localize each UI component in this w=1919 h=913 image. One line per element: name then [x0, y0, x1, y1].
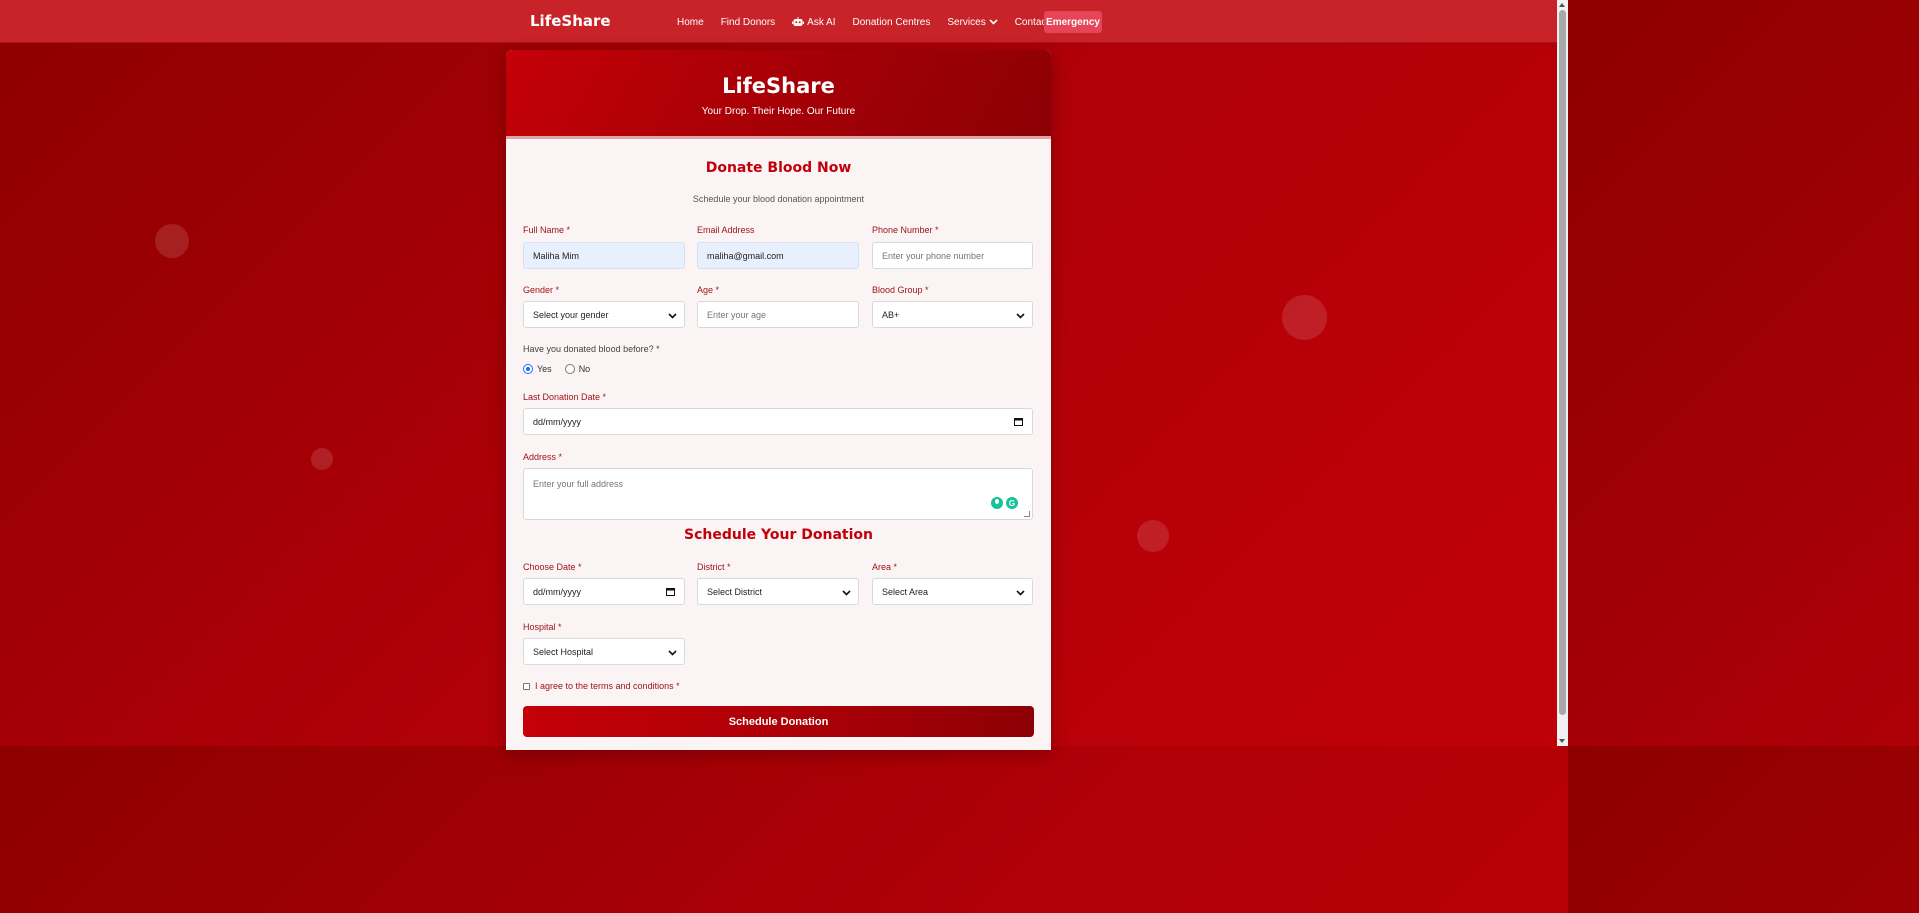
radio-yes-label[interactable]: Yes	[537, 364, 552, 374]
background-bubble	[155, 224, 189, 258]
age-placeholder: Enter your age	[707, 309, 767, 320]
gender-select[interactable]: Select your gender	[523, 301, 685, 328]
terms-row: I agree to the terms and conditions *	[523, 681, 680, 691]
form-subtitle: Schedule your blood donation appointment	[692, 194, 865, 204]
choose-date-label: Choose Date *	[523, 562, 582, 572]
nav-donation-centres-label: Donation Centres	[852, 16, 931, 28]
top-navbar: LifeShare Home Find Donors Ask AI Donati…	[0, 0, 1557, 43]
background-bubble	[1137, 520, 1169, 552]
email-input[interactable]: maliha@gmail.com	[697, 242, 859, 269]
choose-date-input[interactable]: dd/mm/yyyy	[523, 578, 685, 605]
blood-group-value: AB+	[882, 309, 900, 320]
emergency-button[interactable]: Emergency	[1044, 11, 1102, 33]
schedule-donation-button[interactable]: Schedule Donation	[523, 706, 1034, 737]
donation-card: LifeShare Your Drop. Their Hope. Our Fut…	[506, 50, 1051, 750]
background-bubble	[311, 448, 333, 470]
email-label: Email Address	[697, 225, 755, 235]
card-title: LifeShare	[722, 74, 835, 98]
hospital-select[interactable]: Select Hospital	[523, 638, 685, 665]
last-donation-placeholder: dd/mm/yyyy	[533, 416, 582, 427]
address-textarea[interactable]: Enter your full address G	[523, 468, 1033, 520]
gender-label: Gender *	[523, 285, 560, 295]
card-header: LifeShare Your Drop. Their Hope. Our Fut…	[506, 50, 1051, 139]
chevron-down-icon	[668, 648, 677, 658]
nav-services[interactable]: Services	[940, 17, 1007, 28]
full-name-label: Full Name *	[523, 225, 571, 235]
area-label: Area *	[872, 562, 898, 572]
phone-label: Phone Number *	[872, 225, 939, 235]
nav-home[interactable]: Home	[670, 17, 714, 28]
form-title: Donate Blood Now	[705, 160, 852, 176]
area-select[interactable]: Select Area	[872, 578, 1033, 605]
phone-placeholder: Enter your phone number	[882, 250, 985, 261]
schedule-title: Schedule Your Donation	[684, 527, 873, 543]
chevron-down-icon	[989, 19, 998, 25]
full-name-value: Maliha Mim	[533, 250, 580, 261]
chevron-down-icon	[842, 588, 851, 598]
background-bubble	[1282, 295, 1327, 340]
hospital-value: Select Hospital	[533, 646, 594, 657]
terms-label[interactable]: I agree to the terms and conditions *	[535, 681, 680, 691]
nav-ask-ai-label: Ask AI	[807, 16, 836, 28]
grammarly-icon[interactable]: G	[1006, 497, 1018, 509]
calendar-icon[interactable]	[1014, 417, 1023, 428]
nav-find-donors[interactable]: Find Donors	[714, 17, 785, 28]
chevron-down-icon	[668, 311, 677, 321]
calendar-icon[interactable]	[666, 587, 675, 598]
radio-no[interactable]	[564, 364, 575, 374]
district-select[interactable]: Select District	[697, 578, 859, 605]
scroll-up-arrow-icon[interactable]	[1559, 3, 1565, 7]
chevron-down-icon	[1016, 588, 1025, 598]
address-label: Address *	[523, 452, 563, 462]
scroll-thumb[interactable]	[1559, 10, 1566, 715]
lightbulb-icon[interactable]	[991, 497, 1003, 509]
nav-donation-centres[interactable]: Donation Centres	[846, 17, 941, 28]
age-input[interactable]: Enter your age	[697, 301, 859, 328]
donated-before-label: Have you donated blood before? *	[523, 344, 660, 354]
last-donation-label: Last Donation Date *	[523, 392, 607, 402]
resize-handle-icon[interactable]	[1024, 511, 1030, 517]
radio-no-label[interactable]: No	[579, 364, 591, 374]
blood-group-select[interactable]: AB+	[872, 301, 1033, 328]
blood-group-label: Blood Group *	[872, 285, 929, 295]
district-label: District *	[697, 562, 731, 572]
card-tagline: Your Drop. Their Hope. Our Future	[701, 106, 856, 117]
address-placeholder: Enter your full address	[533, 479, 624, 489]
nav-links: Home Find Donors Ask AI Donation Centres…	[670, 11, 1059, 33]
brand-logo[interactable]: LifeShare	[530, 12, 611, 30]
robot-icon	[792, 17, 805, 27]
last-donation-date-input[interactable]: dd/mm/yyyy	[523, 408, 1033, 435]
nav-home-label: Home	[677, 16, 704, 28]
nav-find-donors-label: Find Donors	[720, 16, 776, 28]
scroll-down-arrow-icon[interactable]	[1559, 739, 1565, 743]
page-scrollbar[interactable]	[1557, 0, 1568, 746]
terms-checkbox[interactable]	[523, 682, 530, 690]
phone-input[interactable]: Enter your phone number	[872, 242, 1033, 269]
gender-value: Select your gender	[533, 309, 609, 320]
age-label: Age *	[697, 285, 720, 295]
nav-services-label: Services	[947, 16, 986, 28]
donated-before-radio-group: Yes No	[523, 364, 590, 374]
nav-ask-ai[interactable]: Ask AI	[785, 17, 845, 28]
email-value: maliha@gmail.com	[707, 250, 784, 261]
full-name-input[interactable]: Maliha Mim	[523, 242, 685, 269]
district-value: Select District	[707, 586, 763, 597]
choose-date-placeholder: dd/mm/yyyy	[533, 586, 582, 597]
hospital-label: Hospital *	[523, 622, 562, 632]
chevron-down-icon	[1016, 311, 1025, 321]
radio-yes[interactable]	[523, 364, 533, 374]
area-value: Select Area	[882, 586, 929, 597]
